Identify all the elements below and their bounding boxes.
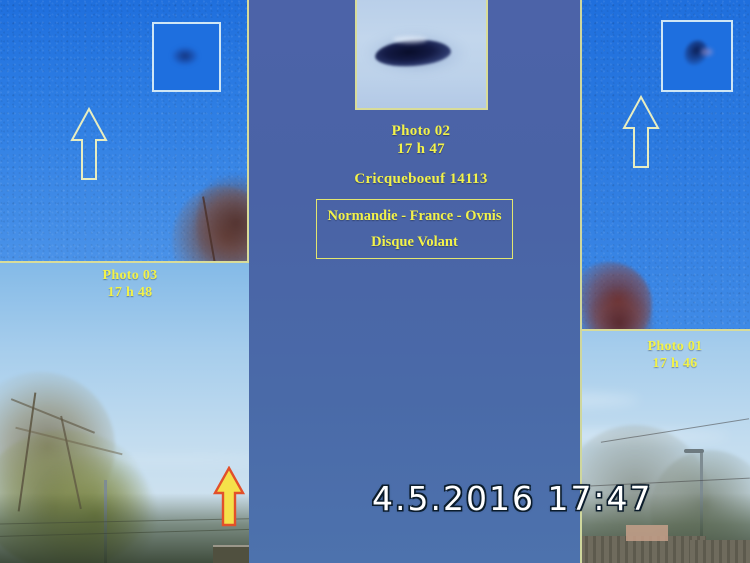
arrow-left-outline-icon [70, 106, 108, 180]
caption-photo-01: Photo 01 17 h 46 [605, 338, 745, 372]
caption-photo-02: Photo 02 17 h 47 [335, 122, 507, 159]
info-line-country: Normandie - France - Ovnis [327, 207, 502, 224]
inset-panel-photo-03 [0, 0, 249, 263]
info-line-object: Disque Volant [371, 233, 458, 250]
caption-photo-03: Photo 03 17 h 48 [40, 267, 220, 301]
info-text-box: Normandie - France - Ovnis Disque Volant [316, 199, 513, 259]
camera-timestamp: 4.5.2016 17:47 [372, 479, 653, 518]
caption-location: Cricqueboeuf 14113 [354, 171, 488, 187]
arrow-right-outline-icon [622, 94, 660, 168]
wooden-fence [690, 540, 750, 563]
caption-photo-02-time: 17 h 47 [397, 141, 445, 158]
zoom-crop-box-left [152, 22, 221, 92]
caption-photo-01-label: Photo 01 [647, 339, 703, 354]
lamppost-head [684, 449, 704, 453]
zoom-crop-photo-02 [355, 0, 488, 110]
house-roof [626, 525, 668, 541]
photo-composite: Photo 03 17 h 48 Photo 01 17 h 46 Photo … [0, 0, 750, 563]
ufo-blob-faint [172, 47, 198, 65]
ufo-blob-highlight [701, 48, 713, 56]
inset-panel-photo-01 [582, 0, 750, 331]
caption-photo-03-label: Photo 03 [102, 268, 158, 283]
caption-photo-02-label: Photo 02 [391, 123, 451, 139]
caption-photo-03-time: 17 h 48 [107, 285, 153, 301]
arrow-bottom-yellow-icon [212, 466, 246, 527]
panel-tree [196, 168, 247, 261]
ufo-disc-highlight [393, 36, 427, 43]
zoom-crop-box-right [661, 20, 733, 92]
caption-photo-01-time: 17 h 46 [652, 356, 698, 372]
